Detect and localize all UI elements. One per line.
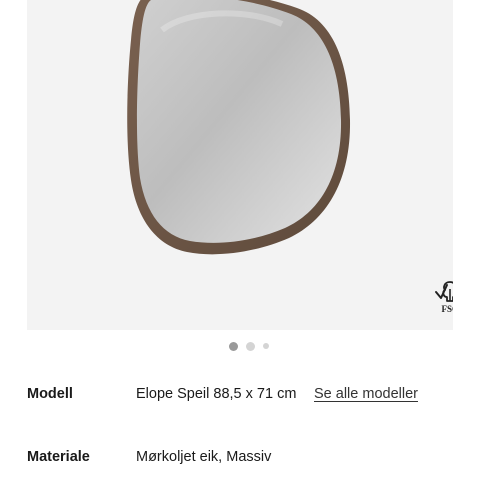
mirror-glass	[136, 0, 342, 243]
spec-value-material: Mørkoljet eik, Massiv	[136, 449, 272, 465]
gallery-dot-1[interactable]	[229, 341, 238, 351]
fsc-tree-icon: FSC	[435, 281, 453, 314]
gallery-dot-3[interactable]	[263, 343, 269, 349]
product-page: FSC Modell Elope Speil 88,5 x 71 cm Se a…	[0, 0, 480, 480]
gallery-dot-2[interactable]	[246, 341, 255, 351]
spec-value-model: Elope Speil 88,5 x 71 cm	[136, 386, 297, 402]
spec-row-material: Materiale Mørkoljet eik, Massiv	[27, 449, 453, 471]
product-image-gallery[interactable]: FSC	[27, 0, 453, 330]
see-all-models-link[interactable]: Se alle modeller	[314, 386, 418, 402]
spec-label-material: Materiale	[27, 449, 90, 465]
spec-row-model: Modell Elope Speil 88,5 x 71 cm Se alle …	[27, 386, 453, 408]
mirror-image	[127, 0, 351, 255]
fsc-text: FSC	[441, 304, 453, 314]
spec-label-model: Modell	[27, 386, 73, 402]
gallery-pagination	[0, 340, 480, 352]
